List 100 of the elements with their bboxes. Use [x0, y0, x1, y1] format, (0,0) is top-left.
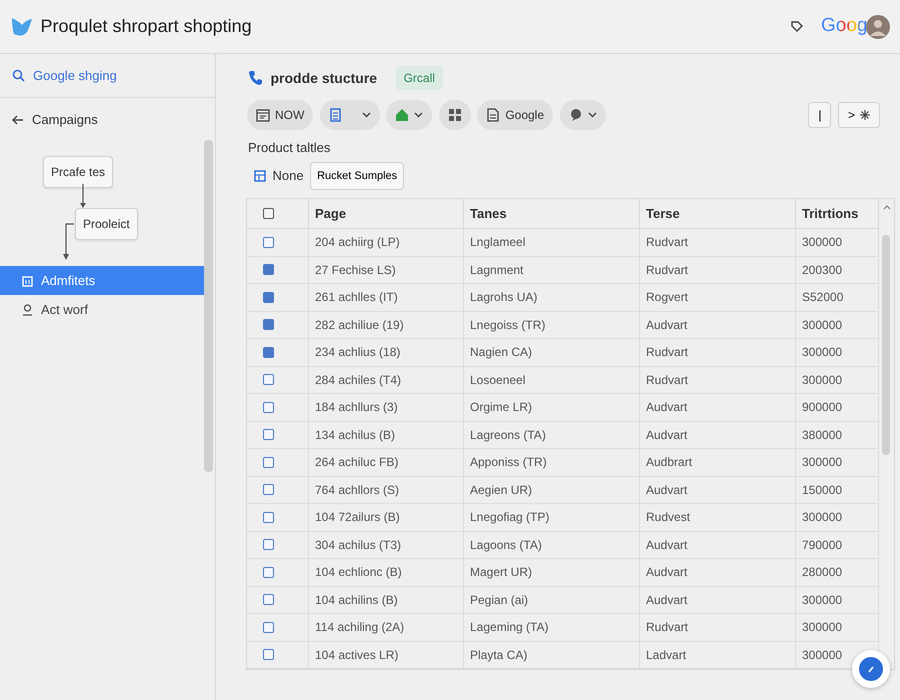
- checkbox[interactable]: [263, 539, 274, 550]
- caret-icon: [362, 112, 371, 118]
- table-cell: Rudvart: [640, 256, 796, 284]
- caret-icon: [414, 112, 424, 118]
- table-cell: 300000: [796, 229, 879, 256]
- diagram-node: Prooleict: [75, 208, 138, 240]
- table-cell: 300000: [796, 449, 879, 476]
- column-header[interactable]: Terse: [640, 199, 796, 229]
- table-cell: 104 achilins (B): [309, 586, 464, 614]
- caret-icon: [588, 112, 597, 118]
- checkbox[interactable]: [263, 456, 274, 468]
- table-cell: Lnegoiss (TR): [464, 312, 640, 339]
- table-cell: Ladvart: [640, 642, 796, 669]
- nav-button[interactable]: |: [808, 102, 832, 128]
- checkbox[interactable]: [263, 319, 274, 330]
- bird-logo-icon: [10, 16, 34, 38]
- checkbox[interactable]: [263, 649, 274, 660]
- checkbox[interactable]: [263, 512, 274, 523]
- sidebar-item[interactable]: Act worf: [0, 295, 204, 324]
- tag-icon[interactable]: [788, 18, 805, 34]
- table-cell: Rudvart: [640, 339, 796, 366]
- table-cell: Lagoons (TA): [464, 532, 640, 559]
- home-icon: [395, 108, 410, 122]
- document-icon: [486, 108, 500, 122]
- table-cell: 104 72ailurs (B): [309, 504, 464, 532]
- checkbox[interactable]: [263, 429, 274, 440]
- table-cell: Lagreons (TA): [464, 422, 640, 449]
- table-cell: 27 Fechise LS): [309, 256, 464, 284]
- table-cell: 300000: [796, 504, 879, 532]
- table-cell: 104 actives LR): [309, 642, 464, 669]
- table-cell: Aegien UR): [464, 476, 640, 504]
- calendar-icon: [256, 108, 270, 122]
- table-cell: 104 echlionc (B): [309, 559, 464, 586]
- table-cell: Audvart: [640, 476, 796, 504]
- toolbar-button[interactable]: NOW: [247, 100, 314, 130]
- checkbox[interactable]: [263, 374, 274, 386]
- scrollbar-thumb[interactable]: [882, 235, 890, 455]
- column-header[interactable]: Tritrtions: [796, 199, 879, 229]
- filter-button[interactable]: Rucket Sumples: [310, 162, 404, 190]
- checkbox[interactable]: [263, 622, 274, 633]
- search-text: Google shging: [33, 66, 117, 85]
- checkbox[interactable]: [263, 402, 274, 413]
- table-cell: Apponiss (TR): [464, 449, 640, 476]
- table-cell: Audvart: [640, 312, 796, 339]
- asterisk-icon: [860, 110, 870, 120]
- scrollbar[interactable]: [204, 140, 213, 472]
- table-cell: 900000: [796, 394, 879, 422]
- table-cell: Lagrohs UA): [464, 284, 640, 312]
- table-cell: Audvart: [640, 394, 796, 422]
- checkbox[interactable]: [263, 566, 274, 578]
- table-cell: Rudvart: [640, 366, 796, 394]
- dropdown-button[interactable]: [320, 100, 380, 130]
- table-cell: Rogvert: [640, 284, 796, 312]
- table-cell: 380000: [796, 422, 879, 449]
- dropdown-button[interactable]: [560, 100, 606, 130]
- table-cell: 300000: [796, 312, 879, 339]
- floating-button[interactable]: [852, 650, 890, 688]
- table-cell: 114 achiling (2A): [309, 614, 464, 642]
- table-cell: 204 achiirg (LP): [309, 229, 464, 256]
- sidebar-item[interactable]: Admfitets: [0, 266, 204, 295]
- grid-icon: [254, 170, 266, 182]
- checkbox[interactable]: [263, 236, 274, 248]
- checkbox[interactable]: [263, 346, 274, 358]
- table-cell: Audvart: [640, 559, 796, 586]
- phone-icon: [248, 70, 264, 86]
- table-cell: Audbrart: [640, 449, 796, 476]
- table-cell: 280000: [796, 559, 879, 586]
- table-cell: 300000: [796, 614, 879, 642]
- toolbar-button[interactable]: Google: [477, 100, 554, 130]
- dropdown-button[interactable]: [386, 100, 432, 130]
- toolbar-icon-button[interactable]: [438, 100, 471, 130]
- diagram-node: Prcafe tes: [43, 156, 114, 188]
- checkbox[interactable]: [263, 484, 274, 496]
- table-cell: Magert UR): [464, 559, 640, 586]
- nav-button[interactable]: >: [838, 102, 880, 128]
- checkbox[interactable]: [263, 594, 274, 606]
- table-cell: Audvart: [640, 422, 796, 449]
- table-cell: Rudvart: [640, 229, 796, 256]
- back-arrow-icon: [12, 115, 24, 125]
- table-cell: 300000: [796, 339, 879, 366]
- checkbox[interactable]: [263, 208, 274, 219]
- filter-label: None: [272, 167, 304, 185]
- table-cell: Rudvart: [640, 614, 796, 642]
- table-cell: Lnegofiag (TP): [464, 504, 640, 532]
- scroll-up-icon[interactable]: [883, 205, 891, 210]
- table-cell: Lagnment: [464, 256, 640, 284]
- connector-arrow: [61, 223, 75, 261]
- table-cell: Rudvest: [640, 504, 796, 532]
- search-field[interactable]: Google shging: [0, 54, 215, 98]
- back-link[interactable]: Campaigns: [0, 98, 215, 142]
- checkbox[interactable]: [263, 264, 274, 276]
- table-cell: S52000: [796, 284, 879, 312]
- building-icon: [22, 274, 33, 286]
- column-header[interactable]: Tanes: [464, 199, 640, 229]
- column-header[interactable]: Page: [309, 199, 464, 229]
- table-cell: Orgime LR): [464, 394, 640, 422]
- avatar-icon[interactable]: [866, 14, 890, 38]
- table-cell: 264 achiluc FB): [309, 449, 464, 476]
- section-title: Product taltles: [248, 139, 332, 157]
- checkbox[interactable]: [263, 292, 274, 303]
